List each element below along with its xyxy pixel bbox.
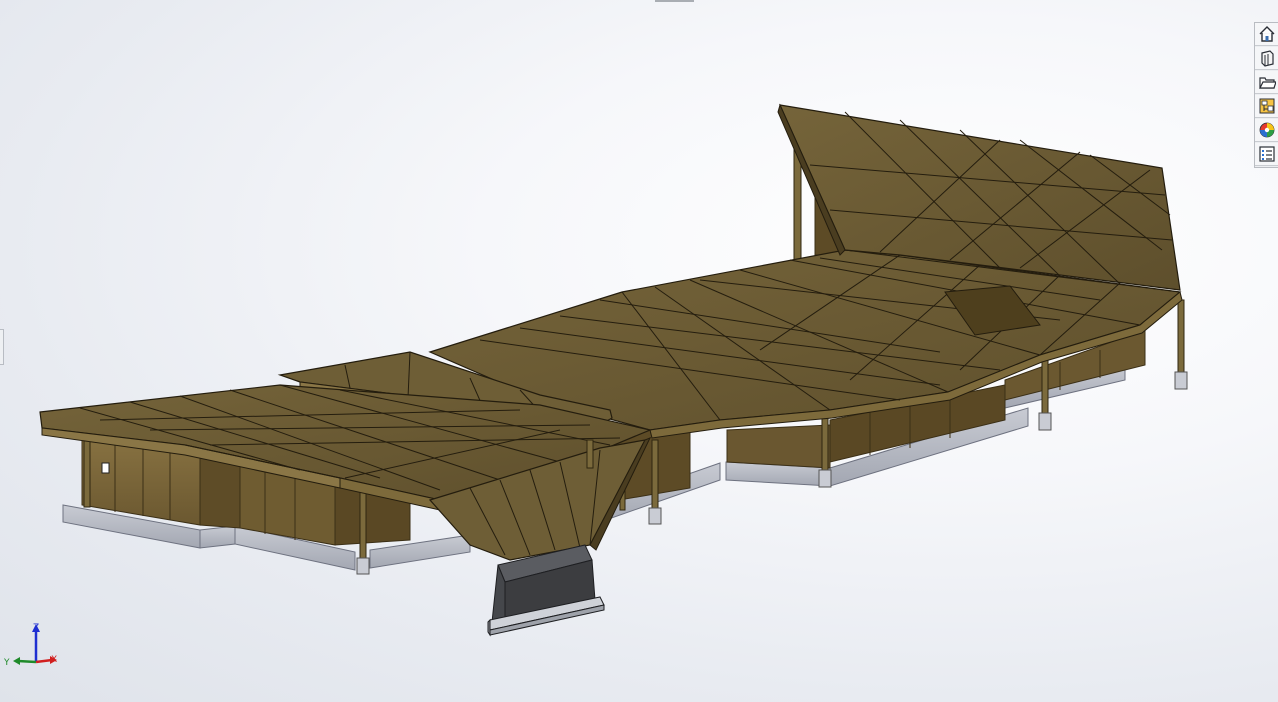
design-library-icon: [1260, 50, 1274, 67]
task-pane-tab-appearances[interactable]: [1255, 119, 1278, 142]
view-palette-icon: [1259, 98, 1274, 114]
feature-manager-flyout-handle[interactable]: [0, 329, 4, 365]
task-pane-tab-view-palette[interactable]: [1255, 95, 1278, 118]
graphics-area[interactable]: Z X Y: [0, 0, 1278, 702]
home-icon: [1259, 26, 1274, 42]
custom-properties-icon: [1258, 146, 1275, 162]
triad-z-label: Z: [33, 623, 39, 633]
triad-y-label: Y: [3, 658, 10, 668]
task-pane-tab-custom-properties[interactable]: [1255, 143, 1278, 166]
task-pane-tabs: [1254, 22, 1278, 168]
building-model[interactable]: [0, 0, 1278, 702]
task-pane-tab-home[interactable]: [1255, 23, 1278, 46]
folder-icon: [1258, 77, 1276, 89]
appearances-icon: [1259, 122, 1274, 138]
task-pane-tab-design-library[interactable]: [1255, 47, 1278, 70]
triad-x-label: X: [51, 655, 57, 665]
window: [101, 462, 110, 474]
task-pane-tab-file-explorer[interactable]: [1255, 71, 1278, 94]
reference-triad: Z X Y: [3, 623, 57, 668]
view-toolbar-handle[interactable]: [655, 0, 694, 2]
